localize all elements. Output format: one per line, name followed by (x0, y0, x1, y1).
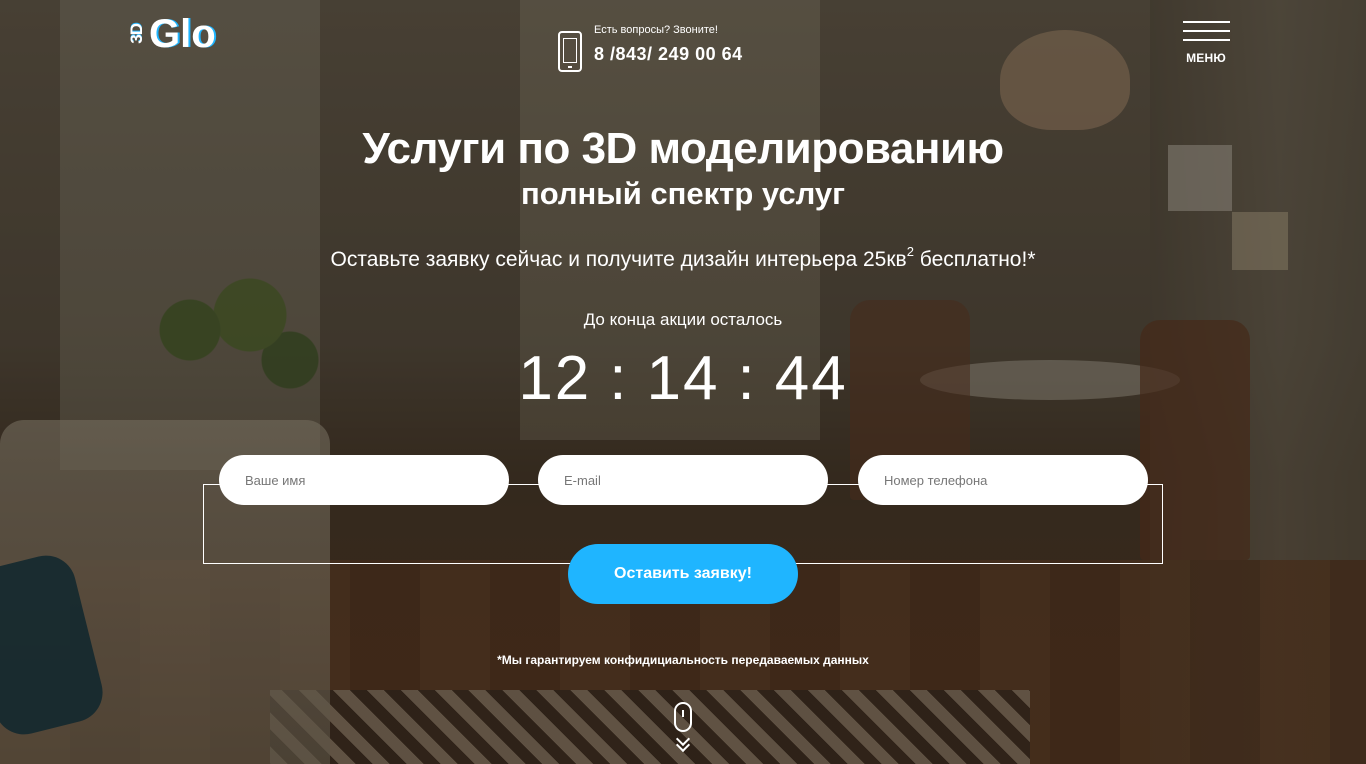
hero-subtitle: полный спектр услуг (520, 176, 846, 211)
phone-input[interactable] (858, 455, 1148, 505)
contact-label: Есть вопросы? Звоните! (594, 24, 718, 36)
offer-superscript: 2 (906, 244, 914, 259)
phone-number-link[interactable]: 8 /843/ 249 00 64 (594, 44, 743, 65)
contact-text: Есть вопросы? Звоните! 8 /843/ 249 00 64 (594, 24, 743, 65)
privacy-note: *Мы гарантируем конфидициальность переда… (497, 653, 869, 667)
logo[interactable]: 3D Glo (127, 12, 216, 56)
offer-text: Оставьте заявку сейчас и получите дизайн… (0, 244, 1366, 272)
email-input[interactable] (538, 455, 828, 505)
hamburger-icon (1182, 21, 1230, 41)
countdown-separator: : (737, 344, 757, 413)
hamburger-line (1182, 30, 1230, 32)
mouse-icon (674, 702, 692, 732)
submit-button[interactable]: Оставить заявку! (568, 544, 798, 604)
countdown-label: До конца акции осталось (583, 310, 783, 329)
phone-icon (558, 31, 582, 72)
hero-title: Услуги по 3D моделированию (362, 124, 1004, 173)
countdown-hours: 12 (518, 344, 592, 413)
hamburger-line (1182, 39, 1230, 41)
countdown-seconds: 44 (774, 344, 848, 413)
menu-label: МЕНЮ (1186, 51, 1226, 65)
countdown-timer: 12:14:44 (0, 348, 1366, 410)
countdown-separator: : (609, 344, 629, 413)
name-input[interactable] (219, 455, 509, 505)
header-contact: Есть вопросы? Звоните! 8 /843/ 249 00 64 (558, 24, 743, 72)
countdown-minutes: 14 (646, 344, 720, 413)
offer-text-main: Оставьте заявку сейчас и получите дизайн… (330, 248, 907, 271)
logo-mark: 3D (127, 24, 146, 44)
hamburger-line (1182, 21, 1230, 23)
logo-word: Glo (149, 12, 216, 56)
offer-text-end: бесплатно!* (913, 248, 1036, 271)
menu-button[interactable]: МЕНЮ (1182, 21, 1230, 65)
mouse-scroll-icon[interactable] (673, 702, 693, 754)
